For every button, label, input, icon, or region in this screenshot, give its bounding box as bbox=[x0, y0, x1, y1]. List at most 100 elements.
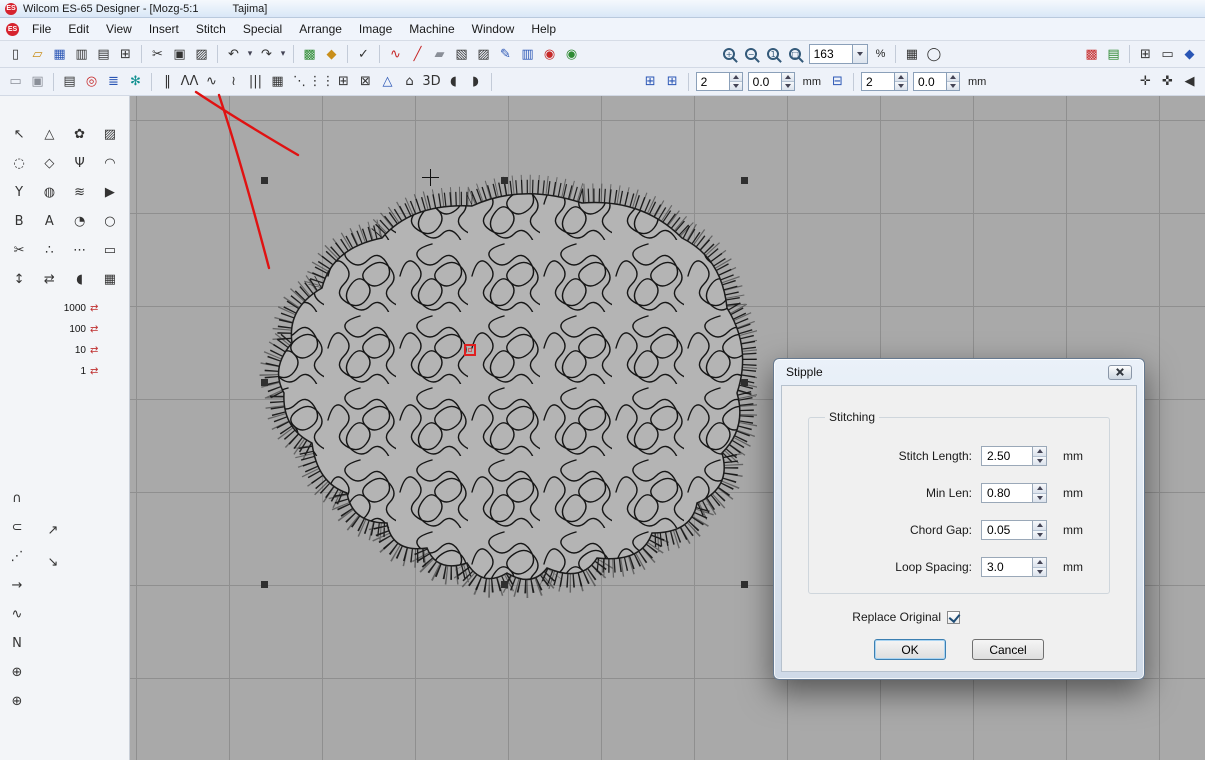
satin-columns-icon[interactable]: ‖ bbox=[157, 72, 178, 92]
zigzag-stitch-icon[interactable]: ∿ bbox=[385, 44, 406, 64]
spacing-count-input[interactable] bbox=[861, 72, 895, 91]
copy-icon[interactable]: ▣ bbox=[169, 44, 190, 64]
fan-stitch-tool-icon[interactable]: ◖ bbox=[69, 269, 91, 289]
spin-up-icon[interactable] bbox=[1033, 447, 1046, 456]
layout-grid-1-icon[interactable]: ⊞ bbox=[640, 72, 661, 92]
buttonhole-tool-icon[interactable]: ◔ bbox=[69, 211, 91, 231]
selection-handle[interactable] bbox=[261, 177, 268, 184]
spin-up-icon[interactable] bbox=[1033, 558, 1046, 567]
stitch-length-input[interactable] bbox=[981, 446, 1033, 466]
menu-help[interactable]: Help bbox=[523, 20, 564, 38]
center-design-icon[interactable]: ✜ bbox=[1157, 72, 1178, 92]
print-icon[interactable]: ▤ bbox=[93, 44, 114, 64]
spin-down-icon[interactable] bbox=[1033, 493, 1046, 503]
document-icon[interactable]: ES bbox=[6, 23, 19, 36]
grid-count-input[interactable] bbox=[696, 72, 730, 91]
zoom-out-icon[interactable]: − bbox=[741, 44, 762, 64]
selection-handle[interactable] bbox=[741, 581, 748, 588]
arc-tool-icon[interactable]: ◠ bbox=[99, 153, 121, 173]
dotted-run-tool-icon[interactable]: ⋰ bbox=[6, 546, 28, 566]
wave-effect-icon[interactable]: ∿ bbox=[201, 72, 222, 92]
measure-window-icon[interactable]: ▭ bbox=[1157, 44, 1178, 64]
measure-tool-icon[interactable]: ↕ bbox=[8, 269, 30, 289]
open-ring-tool-icon[interactable]: ⊂ bbox=[6, 517, 28, 537]
spin-up-icon[interactable] bbox=[1033, 484, 1046, 493]
spin-down-icon[interactable] bbox=[895, 81, 907, 90]
curve-right-icon[interactable]: ◗ bbox=[465, 72, 486, 92]
spin-down-icon[interactable] bbox=[1033, 456, 1046, 466]
help-pointer-icon[interactable]: ◆ bbox=[1179, 44, 1200, 64]
pan-tool-icon[interactable]: ✛ bbox=[1135, 72, 1156, 92]
nudge-down-right-tool-icon[interactable]: ↘ bbox=[42, 552, 64, 572]
thread-color-icon[interactable]: ◉ bbox=[539, 44, 560, 64]
show-hoop-icon[interactable]: ◯ bbox=[923, 44, 944, 64]
cut-icon[interactable]: ✂ bbox=[147, 44, 168, 64]
verify-design-icon[interactable]: ✓ bbox=[353, 44, 374, 64]
scroll-left-icon[interactable]: ◀ bbox=[1179, 72, 1200, 92]
knife-tool-icon[interactable]: B bbox=[8, 211, 30, 231]
zoom-in-icon[interactable]: + bbox=[719, 44, 740, 64]
dialog-titlebar[interactable]: Stipple bbox=[774, 359, 1144, 385]
window-titlebar[interactable]: ES Wilcom ES-65 Designer - [Mozg-5:1 Taj… bbox=[0, 0, 1205, 18]
nudge-step-1[interactable]: 1 ⇄ bbox=[60, 366, 125, 377]
hatch-fill-tool-icon[interactable]: ▨ bbox=[99, 124, 121, 144]
scissors-tool-icon[interactable]: ✂ bbox=[8, 240, 30, 260]
menu-insert[interactable]: Insert bbox=[141, 20, 187, 38]
dot-fill-icon[interactable]: ⋱ bbox=[289, 72, 310, 92]
x-fill-icon[interactable]: ⊠ bbox=[355, 72, 376, 92]
zigzag-effect-icon[interactable]: ΛΛ bbox=[179, 72, 200, 92]
menu-image[interactable]: Image bbox=[351, 20, 400, 38]
spin-down-icon[interactable] bbox=[782, 81, 794, 90]
menu-arrange[interactable]: Arrange bbox=[291, 20, 350, 38]
menu-stitch[interactable]: Stitch bbox=[188, 20, 234, 38]
selection-handle[interactable] bbox=[741, 177, 748, 184]
spin-up-icon[interactable] bbox=[730, 73, 742, 81]
rectangle-tool-icon[interactable]: ▭ bbox=[99, 240, 121, 260]
stipple-run-icon[interactable]: ≣ bbox=[103, 72, 124, 92]
selection-handle[interactable] bbox=[741, 379, 748, 386]
grid-fill-icon[interactable]: ▦ bbox=[267, 72, 288, 92]
target-end-tool-icon[interactable]: ⊕ bbox=[6, 691, 28, 711]
paste-icon[interactable]: ▨ bbox=[191, 44, 212, 64]
branching-tool-icon[interactable]: Ψ bbox=[69, 153, 91, 173]
stitch-player-icon[interactable]: ▤ bbox=[59, 72, 80, 92]
zigzag-run-tool-icon[interactable]: ≋ bbox=[69, 182, 91, 202]
ellipse-tool-icon[interactable]: ○ bbox=[99, 211, 121, 231]
applique-tool-icon[interactable]: ◍ bbox=[38, 182, 60, 202]
ok-button[interactable]: OK bbox=[874, 639, 946, 660]
overview-window-icon[interactable]: ⊞ bbox=[1135, 44, 1156, 64]
zigzag-arrow-tool-icon[interactable]: ∿ bbox=[6, 604, 28, 624]
satin-stitch-icon[interactable]: ▰ bbox=[429, 44, 450, 64]
selection-handle[interactable] bbox=[261, 379, 268, 386]
zoom-level-input[interactable] bbox=[809, 44, 853, 64]
loop-spacing-input[interactable] bbox=[981, 557, 1033, 577]
spin-down-icon[interactable] bbox=[730, 81, 742, 90]
color-wheel-icon[interactable]: ◉ bbox=[561, 44, 582, 64]
pattern-stamp-icon[interactable]: ▥ bbox=[517, 44, 538, 64]
layout-grid-2-icon[interactable]: ⊞ bbox=[662, 72, 683, 92]
nudge-step-100[interactable]: 100 ⇄ bbox=[60, 324, 125, 335]
spin-down-icon[interactable] bbox=[1033, 567, 1046, 577]
zoom-dropdown-icon[interactable] bbox=[853, 44, 868, 64]
grid-size-input[interactable] bbox=[748, 72, 782, 91]
open-design-icon[interactable]: ▱ bbox=[27, 44, 48, 64]
freehand-select-tool-icon[interactable]: ◌ bbox=[8, 153, 30, 173]
selection-handle[interactable] bbox=[501, 177, 508, 184]
min-len-input[interactable] bbox=[981, 483, 1033, 503]
nudge-step-1000[interactable]: 1000 ⇄ bbox=[60, 303, 125, 314]
run-stitch-icon[interactable]: ╱ bbox=[407, 44, 428, 64]
menu-edit[interactable]: Edit bbox=[60, 20, 97, 38]
stitch-list-icon[interactable]: ▭ bbox=[5, 72, 26, 92]
spin-up-icon[interactable] bbox=[782, 73, 794, 81]
cross-fill-icon[interactable]: ⊞ bbox=[333, 72, 354, 92]
stipple-fill-icon[interactable]: ⋮⋮ bbox=[311, 72, 332, 92]
select-object-tool-icon[interactable]: ↖ bbox=[8, 124, 30, 144]
design-properties-icon[interactable]: ▩ bbox=[1081, 44, 1102, 64]
mirror-pair-tool-icon[interactable]: ⇄ bbox=[38, 269, 60, 289]
redo-icon[interactable]: ↷ bbox=[256, 44, 277, 64]
n-curve-tool-icon[interactable]: N bbox=[6, 633, 28, 653]
nudge-step-10[interactable]: 10 ⇄ bbox=[60, 345, 125, 356]
wand-tool-icon[interactable]: Y bbox=[8, 182, 30, 202]
monogram-tool-icon[interactable]: ∴ bbox=[38, 240, 60, 260]
zoom-1to1-icon[interactable]: 1 bbox=[763, 44, 784, 64]
